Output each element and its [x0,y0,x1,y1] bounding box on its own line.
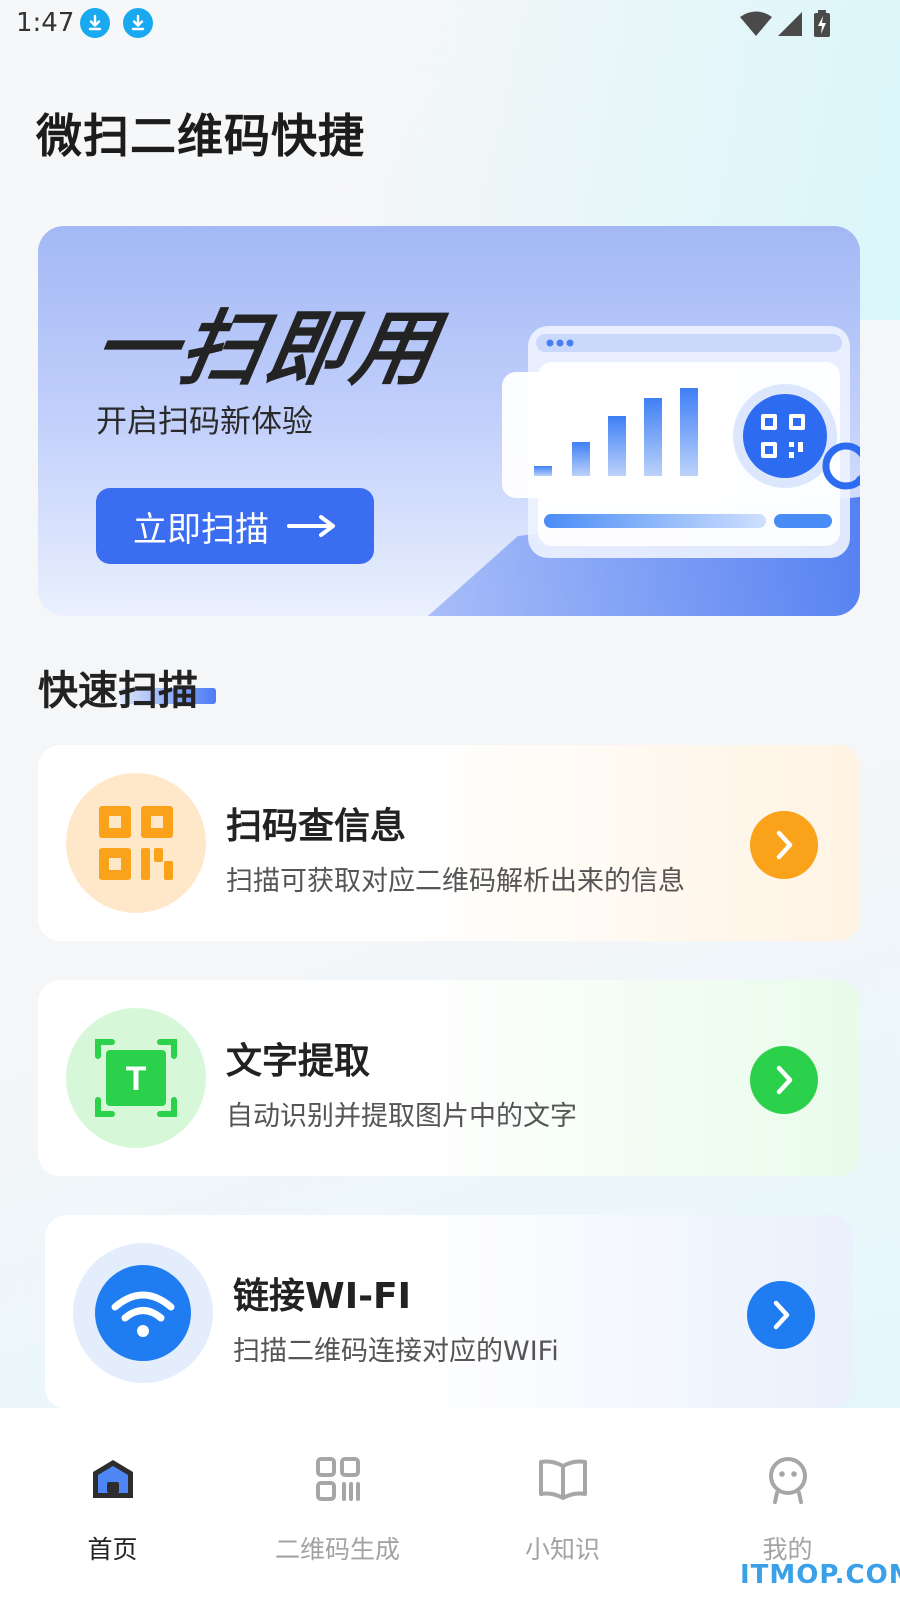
home-icon [92,1460,133,1498]
banner-subtitle: 开启扫码新体验 [96,404,313,440]
page-title: 微扫二维码快捷 [36,109,365,163]
status-time: 1:47 [16,8,75,38]
feature-description: 扫描可获取对应二维码解析出来的信息 [226,866,685,897]
nav-label: 小知识 [524,1535,600,1564]
feature-card-qr-info[interactable]: 扫码查信息 扫描可获取对应二维码解析出来的信息 [38,745,860,941]
qr-code-icon [99,806,173,880]
wifi-signal-icon [740,11,772,36]
qr-code-icon-circle [66,773,206,913]
nav-label: 二维码生成 [274,1535,400,1564]
profile-icon [768,1457,807,1504]
nav-item-knowledge[interactable]: 小知识 [450,1408,675,1600]
section-title: 快速扫描 [38,668,198,714]
feature-title: 扫码查信息 [226,806,407,847]
feature-title: 链接WI-FI [233,1276,412,1317]
promo-banner[interactable]: 一扫即用 开启扫码新体验 立即扫描 [38,226,860,616]
battery-charging-icon [814,10,830,37]
download-icon [80,8,110,38]
scan-now-label: 立即扫描 [133,509,269,550]
feature-card-text-extract[interactable]: T 文字提取 自动识别并提取图片中的文字 [38,980,860,1176]
nav-label: 首页 [87,1535,138,1564]
download-icon [123,8,153,38]
feature-description: 自动识别并提取图片中的文字 [226,1101,577,1132]
qr-grid-icon [315,1457,360,1501]
chevron-right-icon[interactable] [750,1046,818,1114]
chevron-right-icon[interactable] [750,811,818,879]
text-scan-icon-circle: T [66,1008,206,1148]
wifi-icon [95,1265,191,1361]
nav-item-qr-generate[interactable]: 二维码生成 [225,1408,450,1600]
feature-description: 扫描二维码连接对应的WIFi [233,1336,559,1367]
feature-card-wifi[interactable]: 链接WI-FI 扫描二维码连接对应的WIFi [45,1215,853,1409]
scan-illustration [428,326,860,616]
arrow-right-icon [287,515,335,537]
chevron-right-icon[interactable] [747,1281,815,1349]
feature-title: 文字提取 [226,1041,371,1082]
watermark: ITMOP.COM [740,1560,900,1590]
book-icon [538,1459,587,1500]
banner-headline: 一扫即用 [86,302,447,397]
cell-signal-icon [778,12,802,36]
scan-now-button[interactable]: 立即扫描 [96,488,374,564]
svg-text:T: T [126,1060,147,1098]
status-bar: 1:47 [0,0,900,48]
wifi-icon-circle [73,1243,213,1383]
text-scan-icon: T [95,1039,177,1117]
nav-item-home[interactable]: 首页 [0,1408,225,1600]
